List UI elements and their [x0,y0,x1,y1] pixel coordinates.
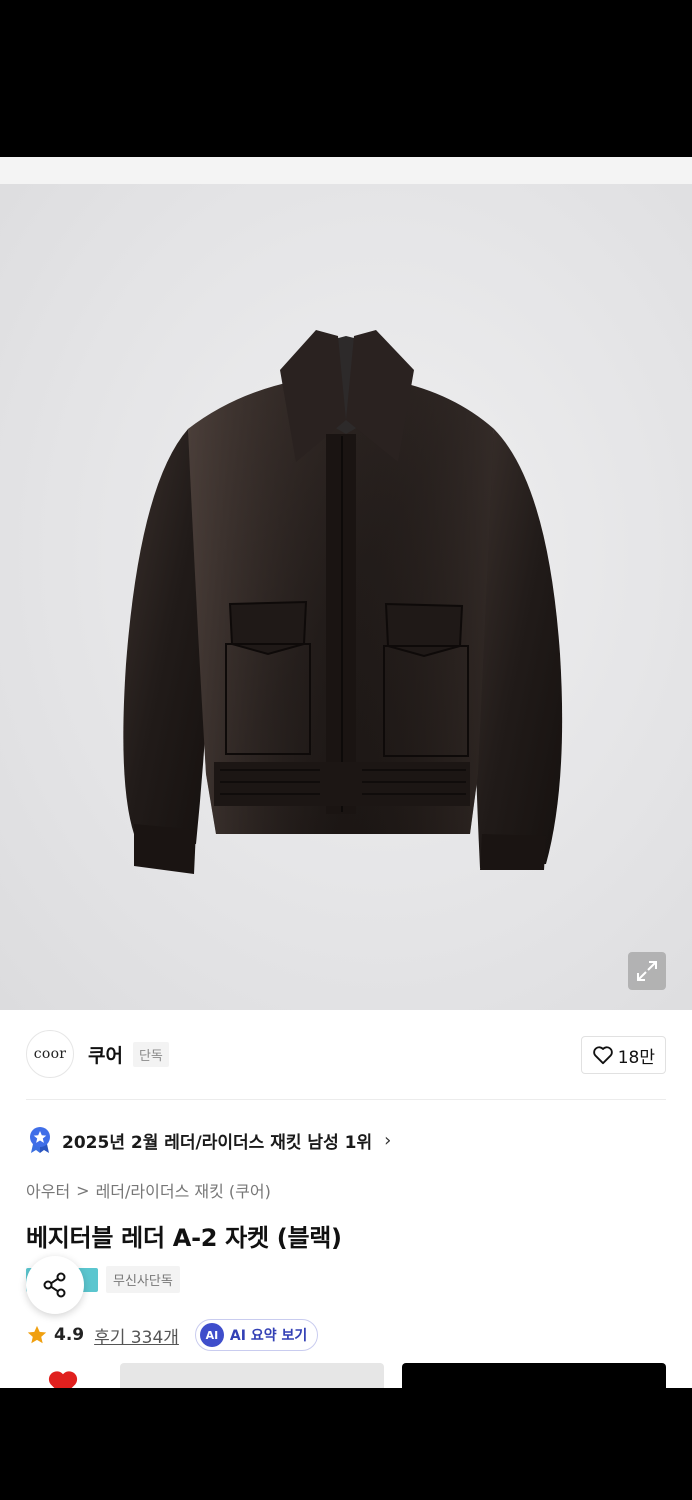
like-count: 18만 [617,1047,655,1068]
breadcrumb-item-category[interactable]: 레더/라이더스 재킷 (쿠어) [96,1178,271,1202]
ranking-link[interactable]: 2025년 2월 레더/라이더스 재킷 남성 1위 › [28,1126,391,1154]
breadcrumb-item-outer[interactable]: 아우터 [26,1178,70,1202]
share-button[interactable] [26,1256,84,1314]
rating-score: 4.9 [54,1325,85,1345]
heart-outline-icon [592,1046,613,1065]
chevron-right-icon: › [384,1129,392,1151]
ranking-medal-icon [30,1127,50,1153]
exclusive-badge: 무신사단독 [106,1266,180,1293]
ranking-text: 2025년 2월 레더/라이더스 재킷 남성 1위 [62,1132,373,1153]
product-title: 베지터블 레더 A-2 자켓 (블랙) [26,1224,342,1252]
brand-name[interactable]: 쿠어 [88,1041,123,1068]
heart-filled-icon[interactable] [46,1368,80,1388]
rating-row: 4.9 후기 334개 AI AI 요약 보기 [26,1318,319,1352]
product-info: coor 쿠어 단독 18만 2025년 2월 레더/라이더스 재킷 남성 1위… [0,1010,692,1388]
header-strip [0,157,692,184]
share-icon [43,1272,66,1298]
product-image[interactable] [0,184,692,1010]
breadcrumb: 아우터 > 레더/라이더스 재킷 (쿠어) [26,1178,271,1202]
jacket-illustration [123,330,563,874]
reviews-link[interactable]: 후기 334개 [94,1323,179,1348]
brand-exclusive-tag: 단독 [132,1041,169,1067]
divider [26,1099,666,1100]
ai-icon: AI [199,1323,224,1347]
navigation-bar-area [0,1388,692,1500]
breadcrumb-separator: > [76,1180,90,1200]
brand-row: coor 쿠어 단독 18만 [26,1030,666,1078]
brand-logo[interactable]: coor [26,1030,74,1078]
brand-logo-text: coor [33,1046,67,1062]
purchase-bar [0,1360,692,1388]
cart-button[interactable] [120,1363,384,1388]
status-bar-area [0,0,692,157]
buy-button[interactable] [402,1363,666,1388]
star-icon [27,1325,47,1344]
ai-summary-label: AI 요약 보기 [229,1328,308,1344]
ai-summary-button[interactable]: AI AI 요약 보기 [194,1319,319,1351]
like-button[interactable]: 18만 [580,1036,666,1074]
expand-image-button[interactable] [628,952,666,990]
expand-icon [637,961,657,981]
